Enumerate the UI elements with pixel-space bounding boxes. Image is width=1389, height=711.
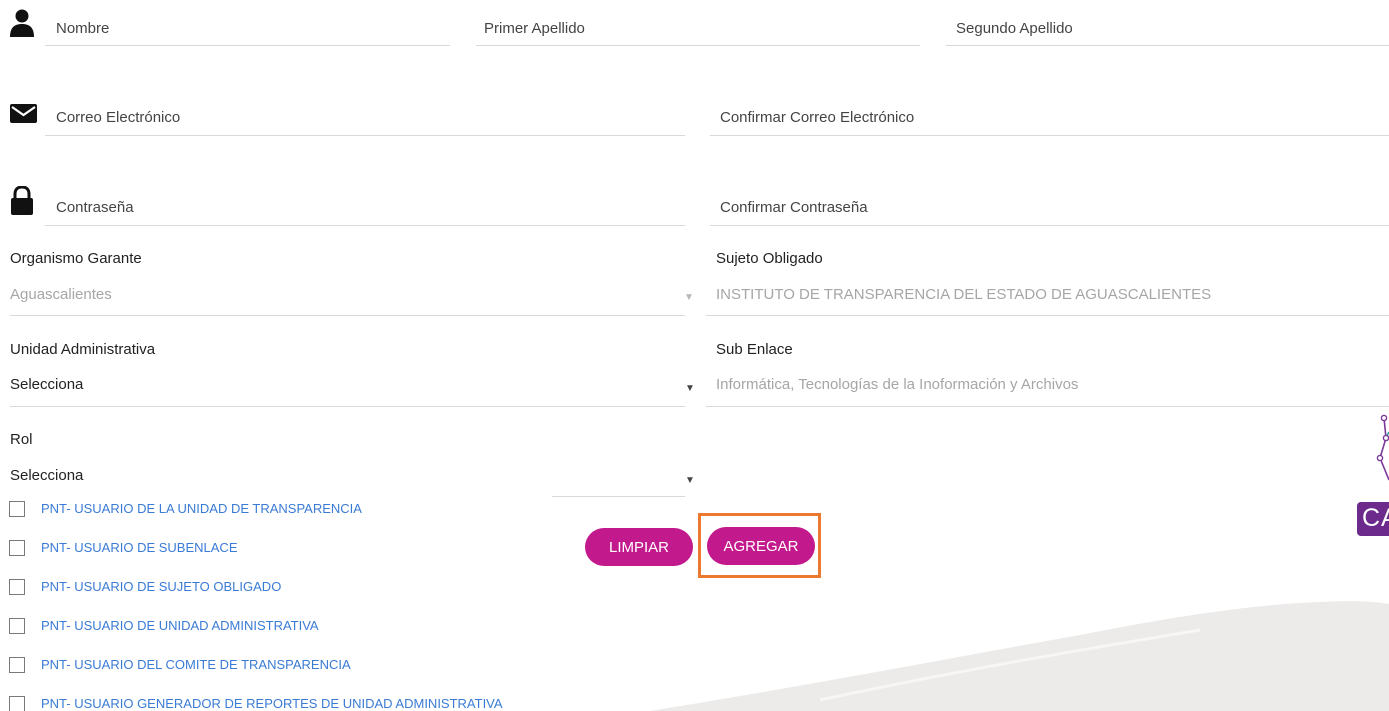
organismo-garante-select[interactable]: Aguascalientes ▼	[10, 278, 694, 316]
organismo-garante-value: Aguascalientes	[10, 286, 112, 303]
chevron-down-icon: ▼	[684, 292, 694, 303]
chevron-down-icon: ▼	[685, 475, 695, 486]
contrasena-placeholder: Contraseña	[56, 199, 134, 216]
unidad-administrativa-select[interactable]: Selecciona ▼	[10, 368, 695, 407]
rol-select-value[interactable]: Selecciona	[10, 467, 83, 484]
rol-option-label[interactable]: PNT- USUARIO DE SUJETO OBLIGADO	[41, 579, 281, 594]
user-icon	[10, 9, 34, 37]
rol-option-checkbox[interactable]	[9, 540, 25, 556]
logo-text: CA	[1362, 504, 1389, 532]
organismo-garante-label: Organismo Garante	[10, 250, 142, 267]
rol-option-label[interactable]: PNT- USUARIO DE SUBENLACE	[41, 540, 238, 555]
chevron-down-icon: ▼	[685, 383, 695, 394]
rol-option-checkbox[interactable]	[9, 501, 25, 517]
unidad-administrativa-value: Selecciona	[10, 376, 84, 393]
logo-badge: CA	[1357, 502, 1389, 536]
lock-icon	[11, 186, 33, 215]
background-terrain-decoration	[650, 601, 1389, 711]
nombre-placeholder: Nombre	[56, 20, 110, 37]
rol-option-label[interactable]: PNT- USUARIO GENERADOR DE REPORTES DE UN…	[41, 696, 503, 711]
rol-option-label[interactable]: PNT- USUARIO DEL COMITE DE TRANSPARENCIA	[41, 657, 351, 672]
segundo-apellido-placeholder: Segundo Apellido	[956, 20, 1073, 37]
sub-enlace-value: Informática, Tecnologías de la Inoformac…	[716, 376, 1079, 393]
rol-option-checkbox[interactable]	[9, 696, 25, 711]
logo-graphic	[1376, 414, 1389, 481]
segundo-apellido-field[interactable]: Segundo Apellido	[946, 10, 1389, 46]
rol-option-checkbox[interactable]	[9, 618, 25, 634]
rol-option-checkbox[interactable]	[9, 657, 25, 673]
sujeto-obligado-select[interactable]: INSTITUTO DE TRANSPARENCIA DEL ESTADO DE…	[706, 278, 1389, 316]
envelope-icon	[10, 104, 37, 123]
nombre-field[interactable]: Nombre	[45, 10, 450, 46]
rol-option-label[interactable]: PNT- USUARIO DE LA UNIDAD DE TRANSPARENC…	[41, 501, 362, 516]
agregar-button[interactable]: AGREGAR	[707, 527, 815, 565]
confirmar-contrasena-placeholder: Confirmar Contraseña	[720, 199, 868, 216]
unidad-administrativa-label: Unidad Administrativa	[10, 341, 156, 358]
primer-apellido-field[interactable]: Primer Apellido	[476, 10, 920, 46]
rol-select[interactable]: ▼	[552, 460, 695, 497]
rol-label: Rol	[10, 431, 33, 448]
confirmar-contrasena-field[interactable]: Confirmar Contraseña	[710, 190, 1389, 226]
sub-enlace-select[interactable]: Informática, Tecnologías de la Inoformac…	[706, 368, 1389, 407]
rol-option-checkbox[interactable]	[9, 579, 25, 595]
limpiar-button[interactable]: LIMPIAR	[585, 528, 693, 566]
sub-enlace-label: Sub Enlace	[716, 341, 793, 358]
confirmar-correo-placeholder: Confirmar Correo Electrónico	[720, 109, 915, 126]
primer-apellido-placeholder: Primer Apellido	[484, 20, 585, 37]
correo-field[interactable]: Correo Electrónico	[45, 100, 685, 136]
contrasena-field[interactable]: Contraseña	[45, 190, 685, 226]
confirmar-correo-field[interactable]: Confirmar Correo Electrónico	[710, 100, 1389, 136]
sujeto-obligado-value: INSTITUTO DE TRANSPARENCIA DEL ESTADO DE…	[716, 286, 1212, 303]
sujeto-obligado-label: Sujeto Obligado	[716, 250, 823, 267]
rol-option-label[interactable]: PNT- USUARIO DE UNIDAD ADMINISTRATIVA	[41, 618, 319, 633]
correo-placeholder: Correo Electrónico	[56, 109, 181, 126]
